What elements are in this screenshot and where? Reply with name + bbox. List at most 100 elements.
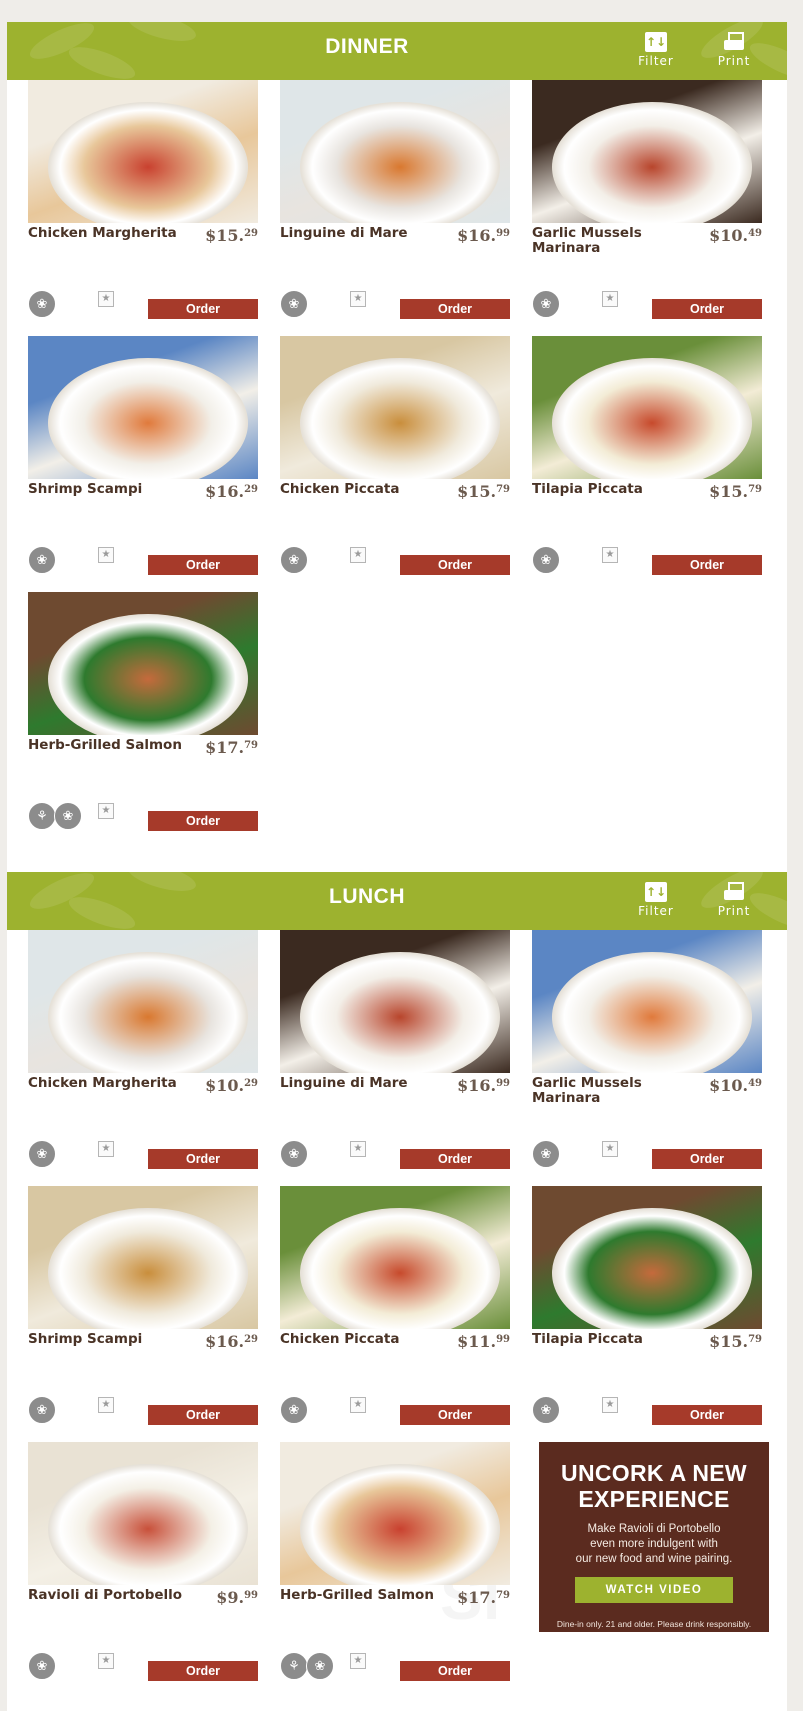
dish-name[interactable]: Herb-Grilled Salmon [280, 1588, 440, 1603]
dish-name[interactable]: Tilapia Piccata [532, 482, 692, 497]
dish-name[interactable]: Linguine di Mare [280, 226, 440, 241]
olive-icon[interactable]: ❀ [28, 290, 56, 318]
olive-icon[interactable]: ❀ [280, 546, 308, 574]
favorite-star-icon[interactable]: ★ [350, 547, 366, 563]
menu-section-lunch: LUNCH ↑↓ Filter Print Chicken Margherita $10.… [7, 872, 787, 1681]
dish-name[interactable]: Herb-Grilled Salmon [28, 738, 188, 753]
filter-label: Filter [638, 54, 674, 68]
favorite-star-icon[interactable]: ★ [602, 291, 618, 307]
price-dollars: $10. [709, 1076, 749, 1095]
dish-photo[interactable] [28, 1186, 258, 1329]
olive-icon[interactable]: ❀ [280, 290, 308, 318]
wheat-icon[interactable]: ⚘ [28, 802, 56, 830]
olive-icon[interactable]: ❀ [54, 802, 82, 830]
price-dollars: $9. [216, 1588, 245, 1607]
order-button[interactable]: Order [148, 555, 258, 575]
favorite-star-icon[interactable]: ★ [350, 1397, 366, 1413]
dish-photo[interactable] [280, 930, 510, 1073]
menu-item-card: Garlic Mussels Marinara $10.49 ❀ ★ Order [532, 930, 762, 1186]
olive-icon[interactable]: ❀ [532, 546, 560, 574]
olive-icon[interactable]: ❀ [532, 1140, 560, 1168]
order-button[interactable]: Order [148, 1405, 258, 1425]
print-button[interactable]: Print [704, 882, 764, 918]
dish-photo[interactable] [28, 930, 258, 1073]
menu-item-card: Ravioli di Portobello $9.99 ❀ ★ Order [28, 1442, 258, 1698]
promo-text-line: even more indulgent with [590, 1538, 718, 1550]
dish-name[interactable]: Chicken Margherita [28, 1076, 188, 1091]
dish-name[interactable]: Ravioli di Portobello [28, 1588, 188, 1603]
favorite-star-icon[interactable]: ★ [602, 1397, 618, 1413]
menu-item-card: Chicken Margherita $15.29 ❀ ★ Order [28, 80, 258, 336]
dish-photo[interactable] [532, 1186, 762, 1329]
favorite-star-icon[interactable]: ★ [98, 291, 114, 307]
favorite-star-icon[interactable]: ★ [98, 803, 114, 819]
dish-photo[interactable] [532, 930, 762, 1073]
dish-photo[interactable] [28, 80, 258, 223]
olive-icon[interactable]: ❀ [532, 290, 560, 318]
plate-shape [300, 952, 500, 1073]
dish-name[interactable]: Chicken Piccata [280, 482, 440, 497]
dish-name[interactable]: Garlic Mussels Marinara [532, 226, 692, 256]
favorite-star-icon[interactable]: ★ [98, 547, 114, 563]
watch-video-button[interactable]: WATCH VIDEO [575, 1577, 733, 1603]
dish-name[interactable]: Chicken Margherita [28, 226, 188, 241]
dish-photo[interactable] [532, 80, 762, 223]
dish-photo[interactable] [28, 336, 258, 479]
plate-shape [552, 1208, 752, 1329]
order-button[interactable]: Order [400, 555, 510, 575]
olive-icon[interactable]: ❀ [306, 1652, 334, 1680]
favorite-star-icon[interactable]: ★ [602, 547, 618, 563]
dish-photo[interactable] [280, 80, 510, 223]
wheat-icon[interactable]: ⚘ [280, 1652, 308, 1680]
dish-photo[interactable] [280, 1186, 510, 1329]
filter-button[interactable]: ↑↓ Filter [626, 882, 686, 918]
order-button[interactable]: Order [652, 1149, 762, 1169]
order-button[interactable]: Order [400, 299, 510, 319]
olive-icon[interactable]: ❀ [280, 1396, 308, 1424]
order-button[interactable]: Order [652, 1405, 762, 1425]
wine-pairing-promo[interactable]: UNCORK A NEW EXPERIENCE Make Ravioli di Po… [539, 1442, 769, 1632]
dietary-badges: ❀ [28, 1652, 56, 1680]
dish-name[interactable]: Shrimp Scampi [28, 482, 188, 497]
olive-icon[interactable]: ❀ [28, 546, 56, 574]
print-button[interactable]: Print [704, 32, 764, 68]
dish-photo[interactable] [280, 1442, 510, 1585]
favorite-star-icon[interactable]: ★ [98, 1653, 114, 1669]
sort-arrows-icon: ↑↓ [645, 32, 667, 52]
order-button[interactable]: Order [652, 299, 762, 319]
dish-photo[interactable] [532, 336, 762, 479]
price-dollars: $15. [205, 226, 245, 245]
order-button[interactable]: Order [148, 299, 258, 319]
dish-photo[interactable] [280, 336, 510, 479]
dish-name[interactable]: Shrimp Scampi [28, 1332, 188, 1347]
section-title: LUNCH [329, 885, 405, 908]
dish-name[interactable]: Tilapia Piccata [532, 1332, 692, 1347]
order-button[interactable]: Order [400, 1661, 510, 1681]
olive-icon[interactable]: ❀ [28, 1396, 56, 1424]
dish-photo[interactable] [28, 1442, 258, 1585]
olive-icon[interactable]: ❀ [280, 1140, 308, 1168]
favorite-star-icon[interactable]: ★ [350, 1141, 366, 1157]
olive-icon[interactable]: ❀ [28, 1140, 56, 1168]
order-button[interactable]: Order [148, 811, 258, 831]
plate-shape [552, 358, 752, 479]
price-cents: 29 [244, 484, 258, 495]
favorite-star-icon[interactable]: ★ [98, 1397, 114, 1413]
order-button[interactable]: Order [400, 1149, 510, 1169]
dish-name[interactable]: Chicken Piccata [280, 1332, 440, 1347]
dietary-badges: ❀ [532, 1140, 560, 1168]
favorite-star-icon[interactable]: ★ [602, 1141, 618, 1157]
favorite-star-icon[interactable]: ★ [350, 1653, 366, 1669]
order-button[interactable]: Order [148, 1661, 258, 1681]
dish-photo[interactable] [28, 592, 258, 735]
dish-name[interactable]: Linguine di Mare [280, 1076, 440, 1091]
dish-name[interactable]: Garlic Mussels Marinara [532, 1076, 692, 1106]
filter-button[interactable]: ↑↓ Filter [626, 32, 686, 68]
olive-icon[interactable]: ❀ [28, 1652, 56, 1680]
order-button[interactable]: Order [148, 1149, 258, 1169]
olive-icon[interactable]: ❀ [532, 1396, 560, 1424]
favorite-star-icon[interactable]: ★ [98, 1141, 114, 1157]
order-button[interactable]: Order [400, 1405, 510, 1425]
order-button[interactable]: Order [652, 555, 762, 575]
favorite-star-icon[interactable]: ★ [350, 291, 366, 307]
